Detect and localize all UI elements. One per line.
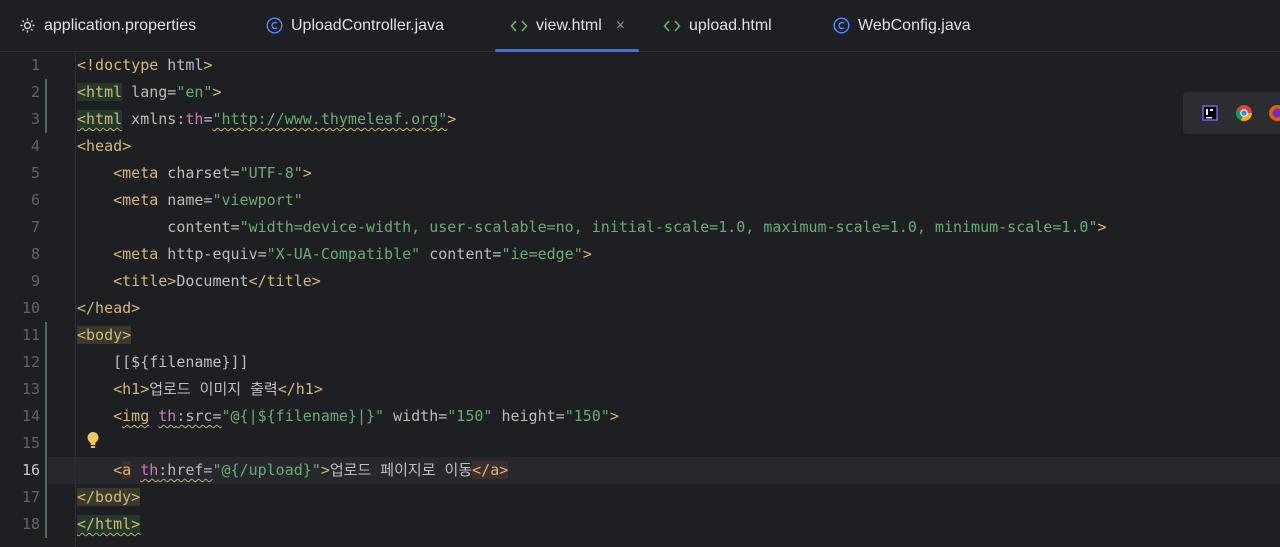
line-number: 11 <box>21 326 40 344</box>
line-number: 10 <box>21 299 40 317</box>
code-line: <body> <box>77 326 132 344</box>
browser-preview-toolbar <box>1183 92 1280 134</box>
code-line: <meta charset="UTF-8"> <box>77 164 312 182</box>
html-icon <box>510 17 528 35</box>
code-line: <meta http-equiv="X-UA-Compatible" conte… <box>77 245 592 263</box>
code-line: <html xmlns:th="http://www.thymeleaf.org… <box>77 110 457 128</box>
line-number: 4 <box>30 137 40 155</box>
code-line: content="width=device-width, user-scalab… <box>77 218 1107 236</box>
vcs-change-marker <box>45 79 47 133</box>
code-line: <h1>업로드 이미지 출력</h1> <box>77 380 323 398</box>
vcs-change-marker <box>45 322 47 538</box>
class-icon <box>832 17 850 35</box>
tab-view-html[interactable]: view.html × <box>494 0 640 52</box>
line-number: 6 <box>30 191 40 209</box>
tab-application-properties[interactable]: application.properties <box>18 0 196 51</box>
code-line: <img th:src="@{|${filename}|}" width="15… <box>77 407 619 425</box>
tab-upload-html[interactable]: upload.html <box>663 0 772 51</box>
code-line: </head> <box>77 299 141 317</box>
tab-label: application.properties <box>44 16 197 34</box>
tab-label: view.html <box>536 16 602 34</box>
html-icon <box>663 17 681 35</box>
code-line: </body> <box>77 488 141 506</box>
lightbulb-icon[interactable] <box>84 430 102 450</box>
line-number: 9 <box>30 272 40 290</box>
line-number: 7 <box>30 218 40 236</box>
code-line: [[${filename}]] <box>77 353 249 371</box>
line-number: 3 <box>30 110 40 128</box>
line-number: 8 <box>30 245 40 263</box>
code-editor[interactable]: 1 2 3 4 5 6 7 8 9 10 11 12 13 14 15 16 1… <box>0 52 1280 547</box>
tab-label: WebConfig.java <box>858 16 971 34</box>
chrome-icon[interactable] <box>1235 104 1253 122</box>
line-number: 12 <box>21 353 40 371</box>
intellij-icon[interactable] <box>1201 104 1219 122</box>
gear-icon <box>18 17 36 35</box>
editor-tab-bar: application.properties UploadController.… <box>0 0 1280 52</box>
line-number: 14 <box>21 407 40 425</box>
line-number: 18 <box>21 515 40 533</box>
firefox-icon[interactable] <box>1268 104 1280 122</box>
tab-label: UploadController.java <box>291 16 444 34</box>
tab-label: upload.html <box>689 16 772 34</box>
line-number: 5 <box>30 164 40 182</box>
code-line: </html> <box>77 515 141 533</box>
line-number: 17 <box>21 488 40 506</box>
line-number: 15 <box>21 434 40 452</box>
code-line: <head> <box>77 137 132 155</box>
code-line: <html lang="en"> <box>77 83 222 101</box>
line-number: 1 <box>30 56 40 74</box>
code-line: <!doctype html> <box>77 56 213 74</box>
tab-webconfig[interactable]: WebConfig.java <box>832 0 971 51</box>
code-line: <title>Document</title> <box>77 272 321 290</box>
code-line: <meta name="viewport" <box>77 191 303 209</box>
tab-upload-controller[interactable]: UploadController.java <box>265 0 444 51</box>
line-number: 13 <box>21 380 40 398</box>
code-line-current: <a th:href="@{/upload}">업로드 페이지로 이동</a> <box>77 461 509 479</box>
class-icon <box>265 17 283 35</box>
line-number: 2 <box>30 83 40 101</box>
close-icon[interactable]: × <box>616 17 625 35</box>
line-number: 16 <box>21 461 40 479</box>
